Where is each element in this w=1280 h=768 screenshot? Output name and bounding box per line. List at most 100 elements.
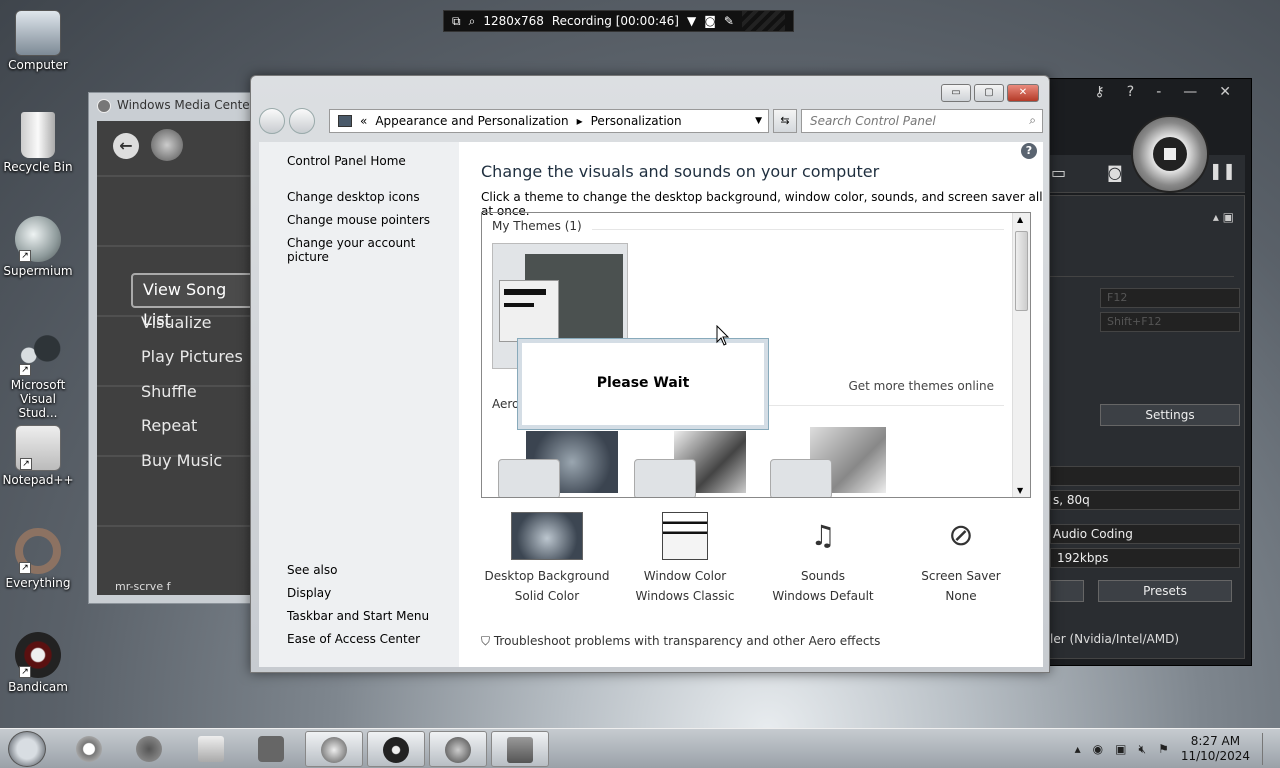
media-player-icon [258,736,284,762]
screen-saver-icon: ⊘ [948,518,974,553]
key-icon[interactable]: ⚷ [1095,84,1105,100]
clock-time: 8:27 AM [1190,734,1241,748]
screen-saver-setting[interactable]: ⊘ Screen Saver None [895,512,1027,606]
troubleshoot-link[interactable]: ⛉ Troubleshoot problems with transparenc… [481,634,880,649]
close-button[interactable]: ✕ [1007,84,1039,102]
taskbar-control-panel[interactable] [491,731,549,767]
taskbar-bandicam[interactable] [367,731,425,767]
breadcrumb-separator-icon: ▸ [576,114,583,128]
help-icon[interactable]: ? [1021,143,1037,159]
scrollbar-thumb[interactable] [1015,231,1028,311]
desktop-icon-label: Bandicam [8,680,68,694]
change-desktop-icons-link[interactable]: Change desktop icons [287,190,420,204]
presets-button[interactable]: Presets [1098,580,1232,602]
dropdown-arrow-icon[interactable]: ▼ [687,14,696,28]
search-icon[interactable]: ⌕ [1029,113,1036,128]
sounds-setting[interactable]: ♫ Sounds Windows Default [757,512,889,606]
aero-theme-thumbnail[interactable] [634,431,746,497]
volume-muted-icon[interactable]: 🔇︎ [1139,742,1147,757]
folder-icon[interactable]: ▭ [1051,163,1066,182]
desktop-icon-bandicam[interactable]: ↗ Bandicam [0,632,76,694]
show-desktop-button[interactable] [1262,733,1270,765]
control-panel-home-link[interactable]: Control Panel Home [287,154,406,168]
back-button[interactable] [259,108,285,134]
taskbar-explorer[interactable] [182,731,240,767]
desktop-icon-label: Computer [8,58,68,72]
restore-icon[interactable]: — [1183,84,1197,100]
search-input[interactable]: Search Control Panel ⌕ [801,109,1043,133]
desktop-background-setting[interactable]: Desktop Background Solid Color [481,512,613,606]
recording-status: Recording [00:00:46] [551,14,679,28]
desktop-icon-supermium[interactable]: ↗ Supermium [0,216,76,278]
action-center-flag-icon[interactable]: ⚑ [1158,742,1169,756]
desktop-icon-visual-studio[interactable]: ↗ Microsoft Visual Stud... [0,330,76,420]
breadcrumb-parent[interactable]: Appearance and Personalization [375,114,568,128]
theme-list-scrollbar[interactable]: ▲ ▼ [1012,213,1030,497]
taskbar-media-center[interactable] [429,731,487,767]
supermium-icon [321,737,347,763]
aero-theme-thumbnail[interactable] [770,427,886,497]
back-arrow-icon[interactable]: ← [113,133,139,159]
minimize-button[interactable]: ▭ [941,84,971,102]
menu-item-shuffle[interactable]: Shuffle [131,377,261,412]
pause-icon[interactable]: ❚❚ [1209,161,1236,180]
refresh-button[interactable]: ⇆ [773,109,797,133]
show-hidden-icons-icon[interactable]: ▴ [1075,742,1081,756]
windows-orb-icon[interactable] [151,129,183,161]
menu-item-view-song-list[interactable]: View Song List [131,273,261,329]
collapse-icon[interactable]: ▴ ▣ [1213,210,1234,224]
window-color-setting[interactable]: Window Color Windows Classic [619,512,751,606]
format-settings-button[interactable] [1050,580,1084,602]
camera-icon[interactable]: ◙ [704,14,716,28]
menu-item-play-pictures[interactable]: Play Pictures [131,342,261,377]
desktop-icon-recycle-bin[interactable]: Recycle Bin [0,112,76,174]
desktop-icon-notepadpp[interactable]: ↗ Notepad++ [0,425,76,487]
main-content: ? Change the visuals and sounds on your … [459,142,1043,667]
taskbar-internet-explorer[interactable] [60,731,118,767]
minimize-icon[interactable]: - [1156,84,1161,100]
address-dropdown-icon[interactable]: ▼ [755,116,762,126]
start-button[interactable] [8,731,46,767]
magnifier-icon[interactable]: ⌕ [469,14,476,29]
taskbar-media-player[interactable] [242,731,300,767]
forward-button[interactable] [289,108,315,134]
record-button[interactable] [1131,115,1209,193]
ease-of-access-link[interactable]: Ease of Access Center [287,632,420,646]
help-icon[interactable]: ? [1127,84,1134,100]
change-mouse-pointers-link[interactable]: Change mouse pointers [287,213,430,227]
menu-item-buy-music[interactable]: Buy Music [131,446,261,481]
address-bar[interactable]: « Appearance and Personalization ▸ Perso… [329,109,769,133]
pencil-icon[interactable]: ✎ [724,14,734,28]
hotkey-start-field[interactable]: F12 [1100,288,1240,308]
desktop-icon-computer[interactable]: Computer [0,10,76,72]
get-more-themes-link[interactable]: Get more themes online [848,379,994,393]
close-icon[interactable]: ✕ [1219,84,1231,100]
bandicam-tray-icon[interactable]: ◉ [1093,742,1103,756]
window-icon[interactable]: ⧉ [452,14,461,29]
computer-icon [15,10,61,56]
breadcrumb-current[interactable]: Personalization [591,114,682,128]
taskbar-firefox[interactable] [120,731,178,767]
display-link[interactable]: Display [287,586,331,600]
taskbar-start-menu-link[interactable]: Taskbar and Start Menu [287,609,429,623]
audio-codec-row: Audio Coding [1050,524,1240,544]
bandicam-window[interactable]: ⚷ ? - — ✕ ▭ ◙ ❚❚ ▴ ▣ F12 Shift+F12 Setti… [1040,78,1252,666]
bandicam-panel: ▴ ▣ F12 Shift+F12 Settings s, 80q Audio … [1049,195,1245,659]
menu-item-visualize[interactable]: Visualize [131,308,261,343]
taskbar-supermium[interactable] [305,731,363,767]
desktop-icon-everything[interactable]: ↗ Everything [0,528,76,590]
personalization-window[interactable]: ▭ ▢ ✕ « Appearance and Personalization ▸… [250,75,1050,673]
change-account-picture-link[interactable]: Change your account picture [287,236,459,264]
network-icon[interactable]: ▣ [1115,742,1126,756]
media-center-window[interactable]: Windows Media Center ← View Song List Vi… [88,92,261,604]
maximize-button[interactable]: ▢ [974,84,1004,102]
camera-icon[interactable]: ◙ [1107,163,1123,182]
hotkey-pause-field[interactable]: Shift+F12 [1100,312,1240,332]
settings-button[interactable]: Settings [1100,404,1240,426]
theme-list[interactable]: My Themes (1) Get more themes online Aer… [481,212,1031,498]
clock[interactable]: 8:27 AM 11/10/2024 [1181,734,1250,764]
desktop-icon-label: Everything [5,576,71,590]
breadcrumb-prefix[interactable]: « [360,114,367,128]
aero-theme-thumbnail[interactable] [498,431,618,497]
menu-item-repeat[interactable]: Repeat [131,411,261,446]
